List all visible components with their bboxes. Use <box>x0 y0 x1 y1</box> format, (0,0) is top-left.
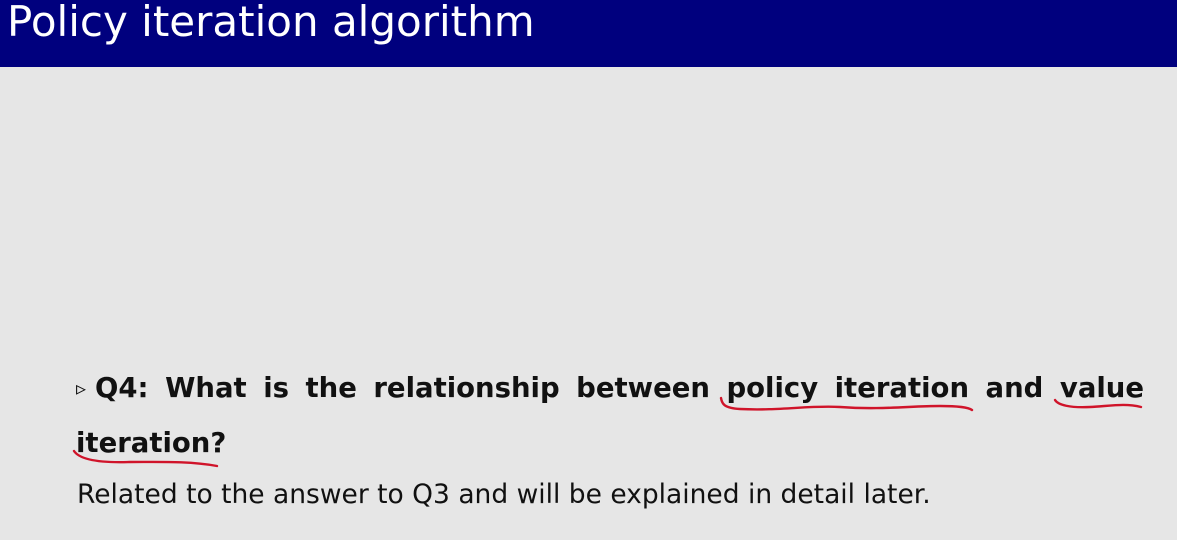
slide-title: Policy iteration algorithm <box>7 0 535 46</box>
question-label: Q4: <box>95 372 149 404</box>
question-mark: ? <box>210 427 227 459</box>
answer-text: Related to the answer to Q3 and will be … <box>77 479 931 510</box>
term-policy-iteration: policy iteration <box>726 372 970 404</box>
triangle-bullet-icon: ▹ <box>76 376 87 400</box>
title-bar: Policy iteration algorithm <box>0 0 1177 67</box>
question-text: What is the relationship between <box>165 372 710 404</box>
question-q4: ▹ Q4: What is the relationship between po… <box>76 361 1144 471</box>
term-iteration: iteration <box>76 427 211 459</box>
term-value: value <box>1059 372 1145 404</box>
question-connector: and <box>985 372 1044 404</box>
